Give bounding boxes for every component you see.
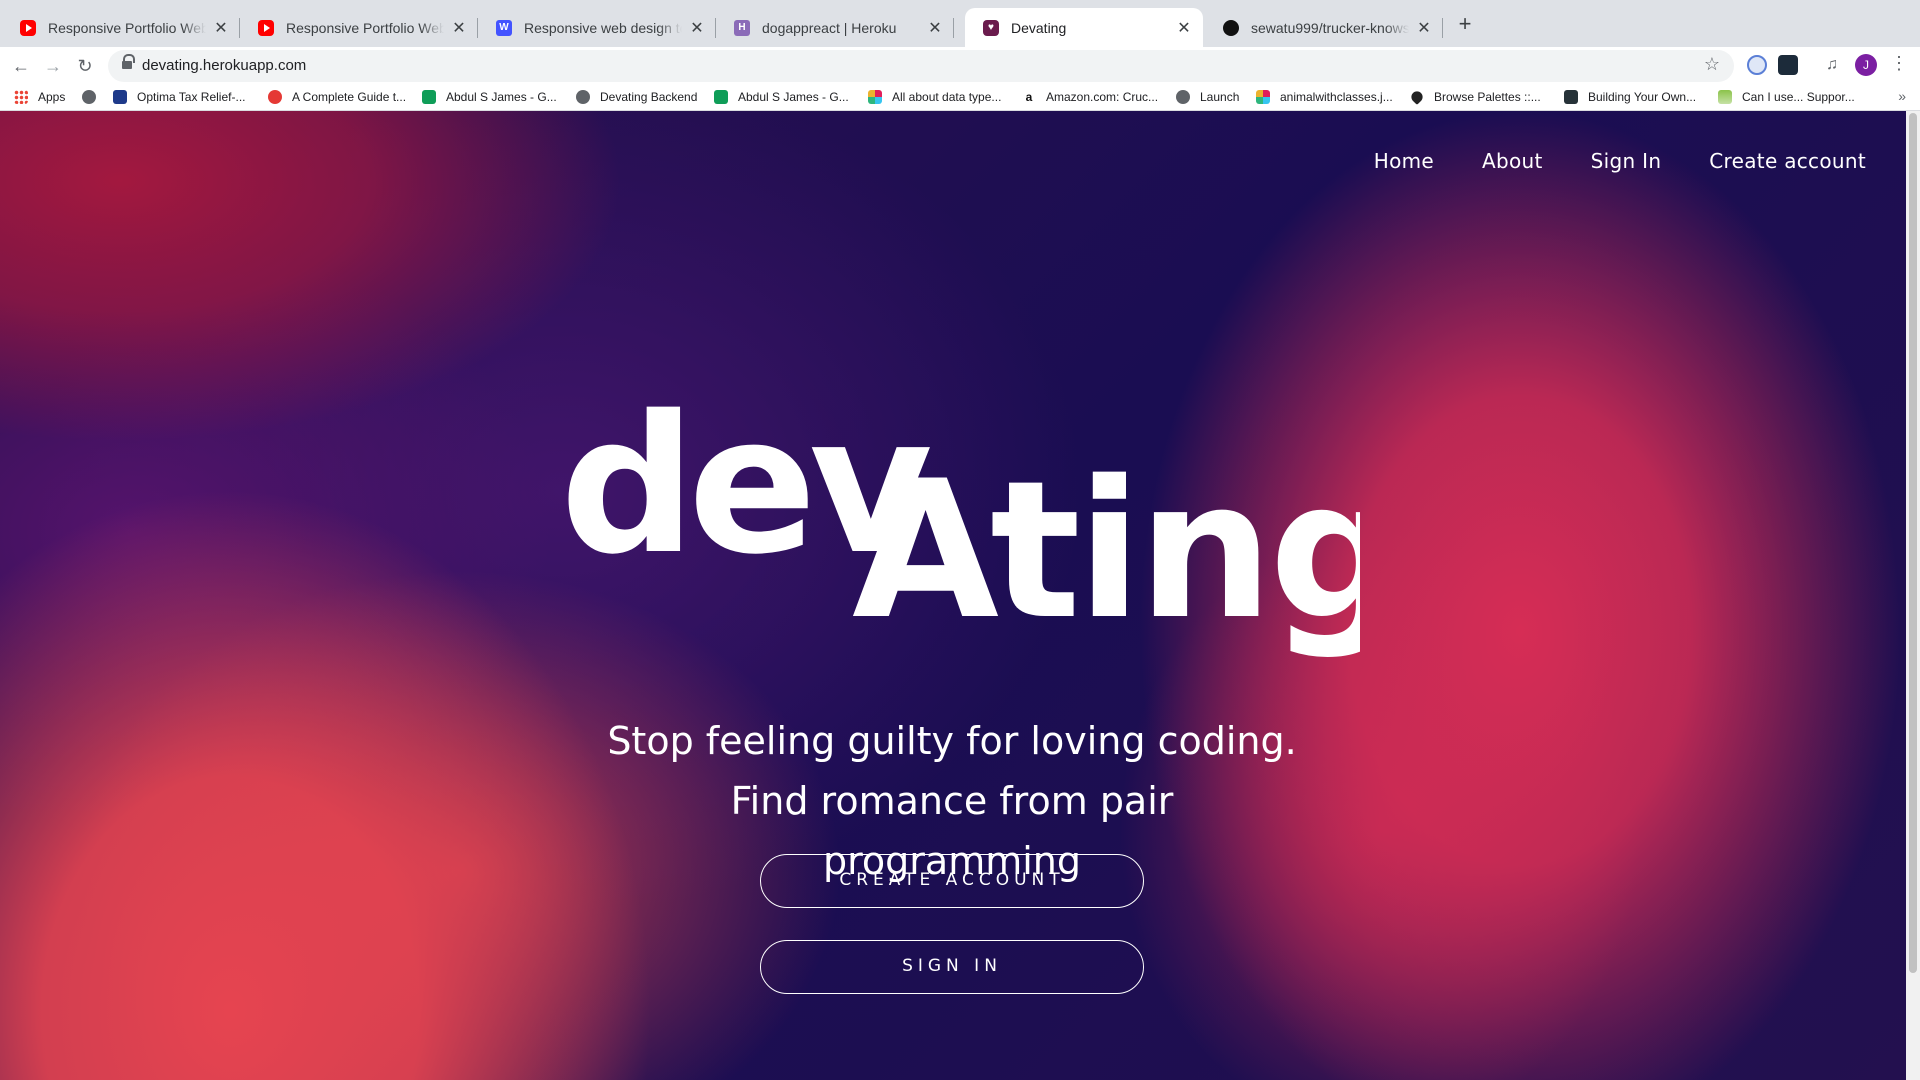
browser-toolbar: ← → ↻ devating.herokuapp.com ☆ ♫ J ⋮ — [0, 47, 1920, 85]
caniuse-icon — [1718, 90, 1732, 104]
tab-youtube-1[interactable]: Responsive Portfolio Website [2021] ✕ — [2, 8, 240, 47]
sign-in-button[interactable]: SIGN IN — [760, 940, 1144, 994]
css-tricks-icon — [268, 90, 282, 104]
bookmark-apps[interactable]: Apps — [14, 90, 65, 104]
close-icon[interactable]: ✕ — [212, 18, 230, 38]
tab-title: Devating — [1011, 19, 1067, 36]
bookmark-browse-palettes[interactable]: Browse Palettes ::... — [1409, 89, 1541, 105]
scrollbar-thumb[interactable] — [1909, 113, 1917, 973]
tagline-line-2: Find romance from pair — [730, 779, 1174, 823]
apps-grid-icon — [14, 90, 28, 104]
media-control-icon[interactable]: ♫ — [1822, 55, 1842, 75]
tab-title: Responsive Portfolio Website [2021] — [48, 19, 206, 36]
tab-heroku[interactable]: H dogappreact | Heroku ✕ — [716, 8, 954, 47]
bookmark-building[interactable]: Building Your Own... — [1564, 90, 1696, 104]
bookmarks-bar: Apps Optima Tax Relief-... A Complete Gu… — [0, 85, 1920, 111]
bookmark-sheets-2[interactable]: Abdul S James - G... — [714, 90, 849, 104]
bookmark-complete-guide[interactable]: A Complete Guide t... — [268, 90, 406, 104]
react-devtools-icon[interactable] — [1778, 55, 1798, 75]
nav-create-account[interactable]: Create account — [1709, 149, 1866, 173]
globe-icon — [576, 90, 590, 104]
slack-icon — [1256, 90, 1270, 104]
tab-webflow[interactable]: W Responsive web design tool, CMS ✕ — [478, 8, 716, 47]
tab-title: sewatu999/trucker-knows: Trivia — [1251, 19, 1409, 36]
forward-arrow-icon[interactable]: → — [40, 53, 66, 79]
close-icon[interactable]: ✕ — [1415, 18, 1433, 38]
bookmark-star-icon[interactable]: ☆ — [1704, 54, 1720, 75]
address-bar[interactable]: devating.herokuapp.com ☆ — [108, 50, 1734, 82]
new-tab-button[interactable]: + — [1453, 12, 1477, 36]
tab-title: Responsive web design tool, CMS — [524, 19, 682, 36]
logo-ting: ting — [990, 440, 1360, 661]
amazon-icon: a — [1022, 90, 1036, 104]
globe-icon — [1176, 90, 1190, 104]
nav-home[interactable]: Home — [1374, 149, 1434, 173]
back-arrow-icon[interactable]: ← — [8, 53, 34, 79]
logo-a: A — [852, 440, 999, 661]
site-icon — [1564, 90, 1578, 104]
tagline-line-1: Stop feeling guilty for loving coding. — [607, 719, 1297, 763]
nav-sign-in[interactable]: Sign In — [1591, 149, 1662, 173]
tab-youtube-2[interactable]: Responsive Portfolio Website [2021] ✕ — [240, 8, 478, 47]
page-hero: Home About Sign In Create account dev A … — [0, 111, 1906, 1080]
bookmark-animalwithclasses[interactable]: animalwithclasses.j... — [1256, 90, 1393, 104]
page-scrollbar[interactable] — [1906, 111, 1920, 1080]
site-nav: Home About Sign In Create account — [1374, 149, 1866, 173]
youtube-icon — [258, 19, 274, 36]
close-icon[interactable]: ✕ — [926, 18, 944, 38]
bookmark-amazon[interactable]: a Amazon.com: Cruc... — [1022, 90, 1158, 104]
bookmark-globe[interactable] — [82, 90, 106, 104]
tab-github[interactable]: sewatu999/trucker-knows: Trivia ✕ — [1205, 8, 1443, 47]
bookmark-data-types[interactable]: All about data type... — [868, 90, 1001, 104]
close-icon[interactable]: ✕ — [688, 18, 706, 38]
tab-title: Responsive Portfolio Website [2021] — [286, 19, 444, 36]
bookmark-caniuse[interactable]: Can I use... Suppor... — [1718, 90, 1855, 104]
bookmark-sheets-1[interactable]: Abdul S James - G... — [422, 90, 557, 104]
heroku-icon: H — [734, 19, 750, 36]
tab-title: dogappreact | Heroku — [762, 19, 897, 36]
tab-strip: Responsive Portfolio Website [2021] ✕ Re… — [0, 0, 1920, 47]
bookmark-devating-backend[interactable]: Devating Backend — [576, 90, 697, 104]
profile-avatar[interactable]: J — [1855, 54, 1877, 76]
extension-icon[interactable] — [1747, 55, 1767, 75]
optima-icon — [113, 90, 127, 104]
create-account-button[interactable]: CREATE ACCOUNT — [760, 854, 1144, 908]
bookmark-optima[interactable]: Optima Tax Relief-... — [113, 90, 245, 104]
url-text[interactable]: devating.herokuapp.com — [142, 57, 306, 74]
lock-icon[interactable] — [122, 54, 135, 71]
close-icon[interactable]: ✕ — [450, 18, 468, 38]
browser-menu-icon[interactable]: ⋮ — [1890, 53, 1908, 74]
devating-logo: dev A ting — [560, 375, 1360, 661]
nav-about[interactable]: About — [1482, 149, 1543, 173]
bookmark-launch[interactable]: Launch — [1176, 90, 1239, 104]
close-icon[interactable]: ✕ — [1175, 18, 1193, 38]
globe-icon — [82, 90, 96, 104]
sheets-icon — [714, 90, 728, 104]
github-icon — [1223, 19, 1239, 36]
heart-icon — [1409, 89, 1425, 105]
devating-icon: ♥ — [983, 19, 999, 36]
slack-icon — [868, 90, 882, 104]
sheets-icon — [422, 90, 436, 104]
tab-devating[interactable]: ♥ Devating ✕ — [965, 8, 1203, 47]
webflow-icon: W — [496, 19, 512, 36]
youtube-icon — [20, 19, 36, 36]
reload-icon[interactable]: ↻ — [72, 53, 98, 79]
more-bookmarks-icon[interactable]: » — [1898, 88, 1906, 104]
